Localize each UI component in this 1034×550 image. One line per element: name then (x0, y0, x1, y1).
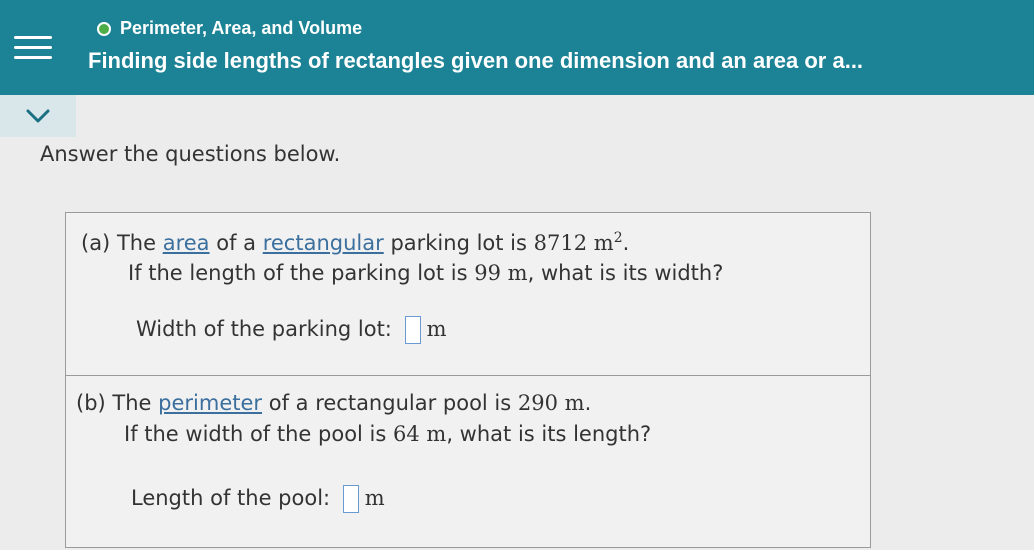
rectangular-glossary-link[interactable]: rectangular (263, 231, 384, 255)
topic-title: Perimeter, Area, and Volume (120, 18, 363, 38)
topic-heading: Perimeter, Area, and Volume (97, 18, 362, 39)
menu-icon[interactable] (0, 0, 65, 95)
text: The (116, 231, 157, 255)
divider (66, 375, 870, 376)
collapse-toggle[interactable] (0, 95, 76, 137)
question-b-line1: (b) The perimeter of a rectangular pool … (76, 391, 591, 415)
width-value: 64 m (393, 422, 447, 446)
perimeter-value: 290 m (517, 391, 585, 415)
question-a-label: (a) (81, 231, 111, 255)
text: , what is its width? (527, 261, 724, 285)
text: parking lot is (390, 231, 527, 255)
length-answer-input[interactable] (342, 485, 359, 513)
area-glossary-link[interactable]: area (163, 231, 210, 255)
period: . (622, 231, 630, 255)
length-answer-row: Length of the pool: m (131, 485, 385, 513)
period: . (584, 391, 592, 415)
width-answer-row: Width of the parking lot: m (136, 316, 447, 344)
lesson-title: Finding side lengths of rectangles given… (88, 48, 864, 73)
perimeter-glossary-link[interactable]: perimeter (158, 391, 262, 415)
length-answer-label: Length of the pool: (131, 486, 331, 510)
question-b-label: (b) (76, 391, 106, 415)
question-b-line2: If the width of the pool is 64 m, what i… (124, 422, 651, 446)
length-unit: m (364, 486, 385, 510)
header-bar: Perimeter, Area, and Volume Finding side… (0, 0, 1034, 95)
question-a-line1: (a) The area of a rectangular parking lo… (81, 230, 629, 255)
width-unit: m (426, 317, 447, 341)
question-panel: (a) The area of a rectangular parking lo… (65, 212, 871, 548)
area-value: 8712 m2 (533, 230, 623, 255)
text: If the width of the pool is (124, 422, 387, 446)
area-exponent: 2 (613, 230, 623, 246)
width-answer-label: Width of the parking lot: (136, 317, 392, 341)
width-answer-input[interactable] (404, 316, 421, 344)
text: The (112, 391, 152, 415)
progress-dot-icon (97, 21, 111, 36)
question-a-line2: If the length of the parking lot is 99 m… (128, 261, 723, 285)
text: , what is its length? (446, 422, 652, 446)
text: of a rectangular pool is (268, 391, 512, 415)
length-value: 99 m (474, 261, 528, 285)
area-number: 8712 m (533, 231, 614, 255)
instructions-text: Answer the questions below. (40, 142, 341, 166)
text: If the length of the parking lot is (128, 261, 468, 285)
text: of a (216, 231, 257, 255)
chevron-down-icon (26, 109, 50, 123)
